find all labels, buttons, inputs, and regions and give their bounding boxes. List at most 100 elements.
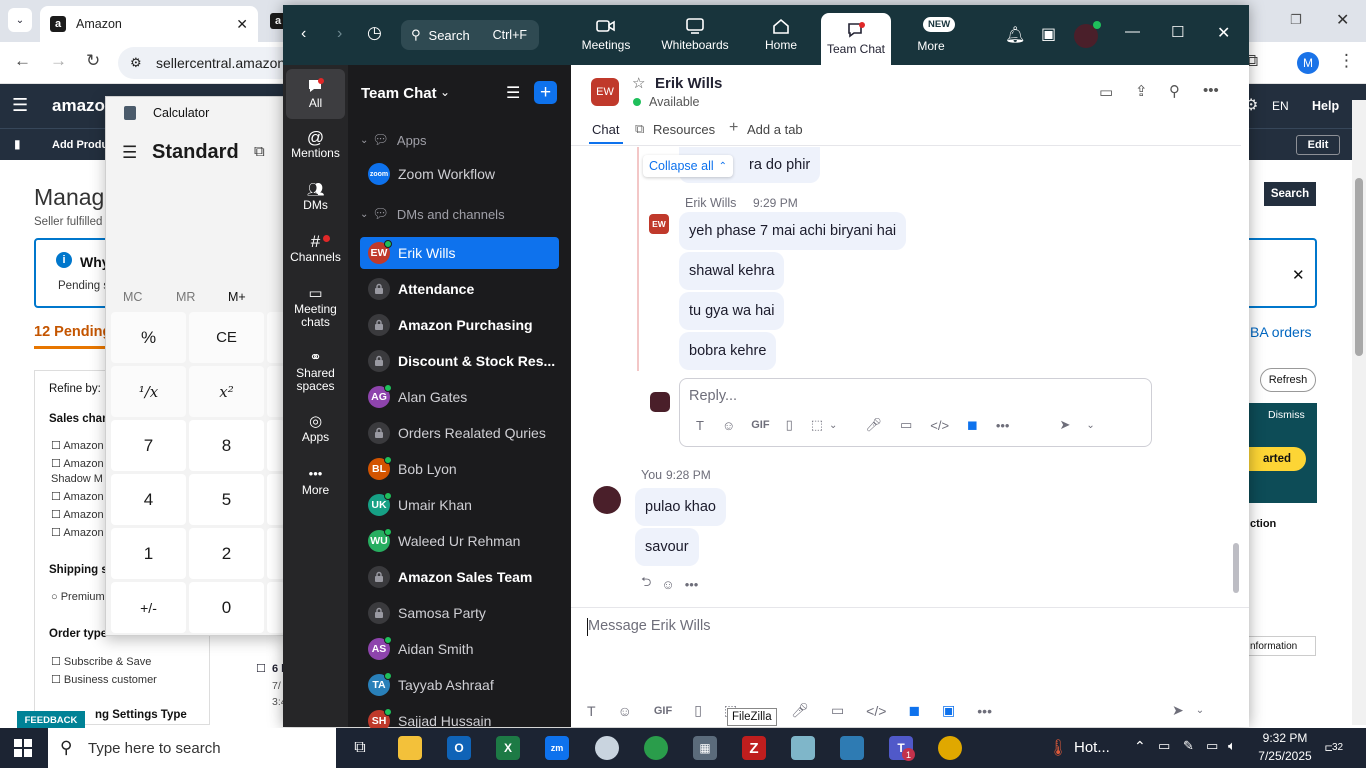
search-button[interactable]: Search — [1264, 182, 1316, 206]
chat-scrollbar-thumb[interactable] — [1233, 543, 1239, 593]
calc-square-key[interactable]: x² — [189, 366, 264, 417]
tray-battery-icon[interactable]: ▭ — [1158, 738, 1170, 754]
favorite-star-icon[interactable]: ☆ — [632, 74, 645, 92]
team-chat-chevron-icon[interactable]: ⌄ — [440, 85, 450, 99]
list-item-attendance[interactable]: Attendance — [360, 273, 559, 305]
minimize-icon[interactable]: — — [1125, 23, 1140, 40]
composer-app-icon[interactable]: ◼ — [908, 702, 920, 719]
my-avatar[interactable] — [593, 486, 621, 514]
pending-heading[interactable]: 12 Pending — [34, 324, 111, 340]
calc-4-key[interactable]: 4 — [111, 474, 186, 525]
memory-add-button[interactable]: M+ — [228, 290, 246, 304]
thread-message-1[interactable]: yeh phase 7 mai achi biryani hai — [679, 212, 907, 250]
composer-mic-icon[interactable]: 🎤︎ — [791, 702, 809, 719]
keep-on-top-icon[interactable]: ⧉ — [254, 143, 265, 160]
composer-code-icon[interactable]: </> — [866, 703, 886, 719]
filter-business[interactable]: ☐ Business customer — [51, 673, 157, 686]
page-scrollbar[interactable] — [1352, 100, 1366, 725]
chrome-menu-icon[interactable]: ⋮ — [1338, 51, 1355, 71]
help-link[interactable]: Help — [1312, 99, 1339, 113]
edit-button[interactable]: Edit — [1296, 135, 1340, 155]
composer-more-icon[interactable]: ••• — [977, 703, 992, 719]
list-item-samosa-party[interactable]: Samosa Party — [360, 597, 559, 629]
composer-whiteboard-icon[interactable]: ▣ — [942, 702, 955, 719]
tab-close-icon[interactable]: ✕ — [236, 16, 248, 33]
zoom-search-box[interactable]: ⚲ Search Ctrl+F — [401, 20, 539, 50]
calc-reciprocal-key[interactable]: ¹/x — [111, 366, 186, 417]
tab-search-icon[interactable]: ⌄ — [8, 8, 32, 32]
chrome-close-icon[interactable]: ✕ — [1336, 10, 1349, 30]
list-item-amazon-purchasing[interactable]: Amazon Purchasing — [360, 309, 559, 341]
filter-icon[interactable]: ☰ — [506, 83, 520, 103]
calc-ce-key[interactable]: CE — [189, 312, 264, 363]
list-item-orders-realated-quries[interactable]: Orders Realated Quries — [360, 417, 559, 449]
list-item-discount-stock-res[interactable]: Discount & Stock Res... — [360, 345, 559, 377]
thread-message-3[interactable]: tu gya wa hai — [679, 292, 785, 330]
excel-icon[interactable]: X — [496, 736, 520, 760]
reply-emoji-icon[interactable]: ☺ — [722, 418, 735, 433]
tab-team-chat[interactable]: Team Chat — [821, 13, 891, 65]
thread-message-2[interactable]: shawal kehra — [679, 252, 785, 290]
start-windows-icon[interactable] — [14, 739, 32, 757]
list-item-bob-lyon[interactable]: BL Bob Lyon — [360, 453, 559, 485]
app-diamond-icon[interactable] — [791, 736, 815, 760]
file-explorer-icon[interactable] — [398, 736, 422, 760]
reply-send-icon[interactable]: ➤ — [1059, 417, 1070, 433]
list-item-zoom-workflow[interactable]: zoom Zoom Workflow — [360, 158, 559, 190]
chat-scrollbar[interactable] — [1233, 150, 1239, 593]
outlook-icon[interactable]: O — [447, 736, 471, 760]
apps-section-header[interactable]: ⌄ 💬︎ Apps — [360, 127, 559, 153]
contact-name[interactable]: Erik Wills — [655, 75, 722, 92]
message-input[interactable]: Message Erik Wills — [588, 618, 710, 634]
reply-box[interactable]: Reply... T ☺ GIF ▯ ⬚ ⌄ 🎤︎ ▭ </> ◼ ••• ➤ … — [679, 378, 1152, 447]
rail-shared-spaces[interactable]: ⚭ Shared spaces — [286, 350, 345, 393]
contact-avatar[interactable]: EW — [591, 78, 619, 106]
video-call-icon[interactable]: ▭ — [1099, 83, 1113, 101]
reply-video-icon[interactable]: ▭ — [900, 417, 912, 433]
taskbar-search[interactable]: ⚲ Type here to search — [48, 728, 336, 768]
reply-mic-icon[interactable]: 🎤︎ — [865, 417, 882, 433]
composer-gif-icon[interactable]: GIF — [654, 705, 672, 717]
close-icon[interactable]: ✕ — [1217, 23, 1230, 43]
reply-input[interactable]: Reply... — [689, 388, 737, 404]
notifications-bell-icon[interactable]: 🔔︎ — [1005, 25, 1025, 45]
composer-video-icon[interactable]: ▭ — [831, 702, 844, 719]
clock-time[interactable]: 9:32 PM — [1258, 731, 1312, 745]
rail-meeting-chats[interactable]: ▭ Meeting chats — [286, 286, 345, 329]
list-item-waleed-ur-rehman[interactable]: WU Waleed Ur Rehman — [360, 525, 559, 557]
reply-thread-icon[interactable]: ⮌ — [641, 573, 651, 595]
composer-file-icon[interactable]: ▯ — [694, 702, 702, 719]
list-item-umair-khan[interactable]: UK Umair Khan — [360, 489, 559, 521]
language-selector[interactable]: EN — [1272, 99, 1289, 113]
calc-1-key[interactable]: 1 — [111, 528, 186, 579]
chat-search-icon[interactable]: ⚲ — [1169, 82, 1180, 100]
browser-tab-amazon[interactable]: a Amazon ✕ — [40, 6, 258, 42]
reply-file-icon[interactable]: ▯ — [786, 417, 793, 433]
chrome-2-icon[interactable] — [938, 736, 962, 760]
composer-send-options-icon[interactable]: ⌄ — [1196, 705, 1204, 716]
bookmark-icon[interactable]: ▮ — [14, 137, 21, 151]
reply-app-icon[interactable]: ◼ — [967, 417, 978, 433]
calc-7-key[interactable]: 7 — [111, 420, 186, 471]
zoom-back-icon[interactable]: ‹ — [301, 25, 306, 43]
apps-gift-icon[interactable]: ▣ — [1041, 24, 1056, 44]
tab-chat[interactable]: Chat — [592, 122, 619, 137]
tab-whiteboards[interactable]: Whiteboards — [655, 5, 735, 65]
app-hex-icon[interactable] — [840, 736, 864, 760]
reply-send-options-icon[interactable]: ⌄ — [1086, 420, 1094, 431]
list-item-tayyab-ashraaf[interactable]: TA Tayyab Ashraaf — [360, 669, 559, 701]
tab-home[interactable]: Home — [753, 5, 809, 65]
rail-mentions[interactable]: @ Mentions — [286, 129, 345, 160]
new-chat-button[interactable]: + — [534, 81, 557, 104]
get-started-button[interactable]: arted — [1248, 447, 1306, 471]
reply-code-icon[interactable]: </> — [930, 418, 949, 433]
remote-desktop-icon[interactable] — [595, 736, 619, 760]
list-item-erik-wills[interactable]: EW Erik Wills — [360, 237, 559, 269]
filter-amazon-2[interactable]: ☐ Amazon — [51, 457, 104, 470]
site-info-icon[interactable]: ⚙ — [130, 55, 142, 71]
rail-dms[interactable]: 👥︎ DMs — [286, 182, 345, 212]
order-row-checkbox[interactable]: ☐ — [256, 662, 266, 675]
refresh-button[interactable]: Refresh — [1260, 368, 1316, 392]
chat-more-icon[interactable]: ••• — [1203, 82, 1219, 99]
filter-amazon-1[interactable]: ☐ Amazon — [51, 439, 104, 452]
